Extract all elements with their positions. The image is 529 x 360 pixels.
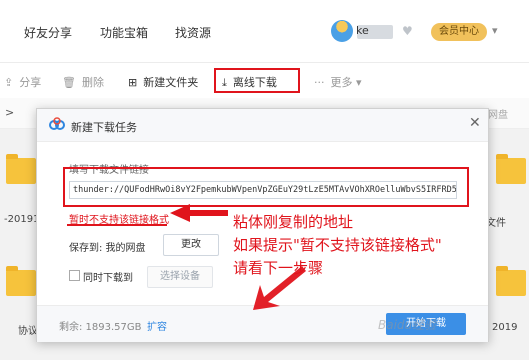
- annotation-line-1: 粘体刚复制的地址: [233, 213, 354, 231]
- watermark: Baidu经验: [378, 318, 437, 332]
- annotation-line-2: 如果提示"暂不支持该链接格式": [233, 236, 442, 254]
- annotation-arrow: [170, 204, 306, 310]
- annotation-line-3: 请看下一步骤: [233, 259, 324, 277]
